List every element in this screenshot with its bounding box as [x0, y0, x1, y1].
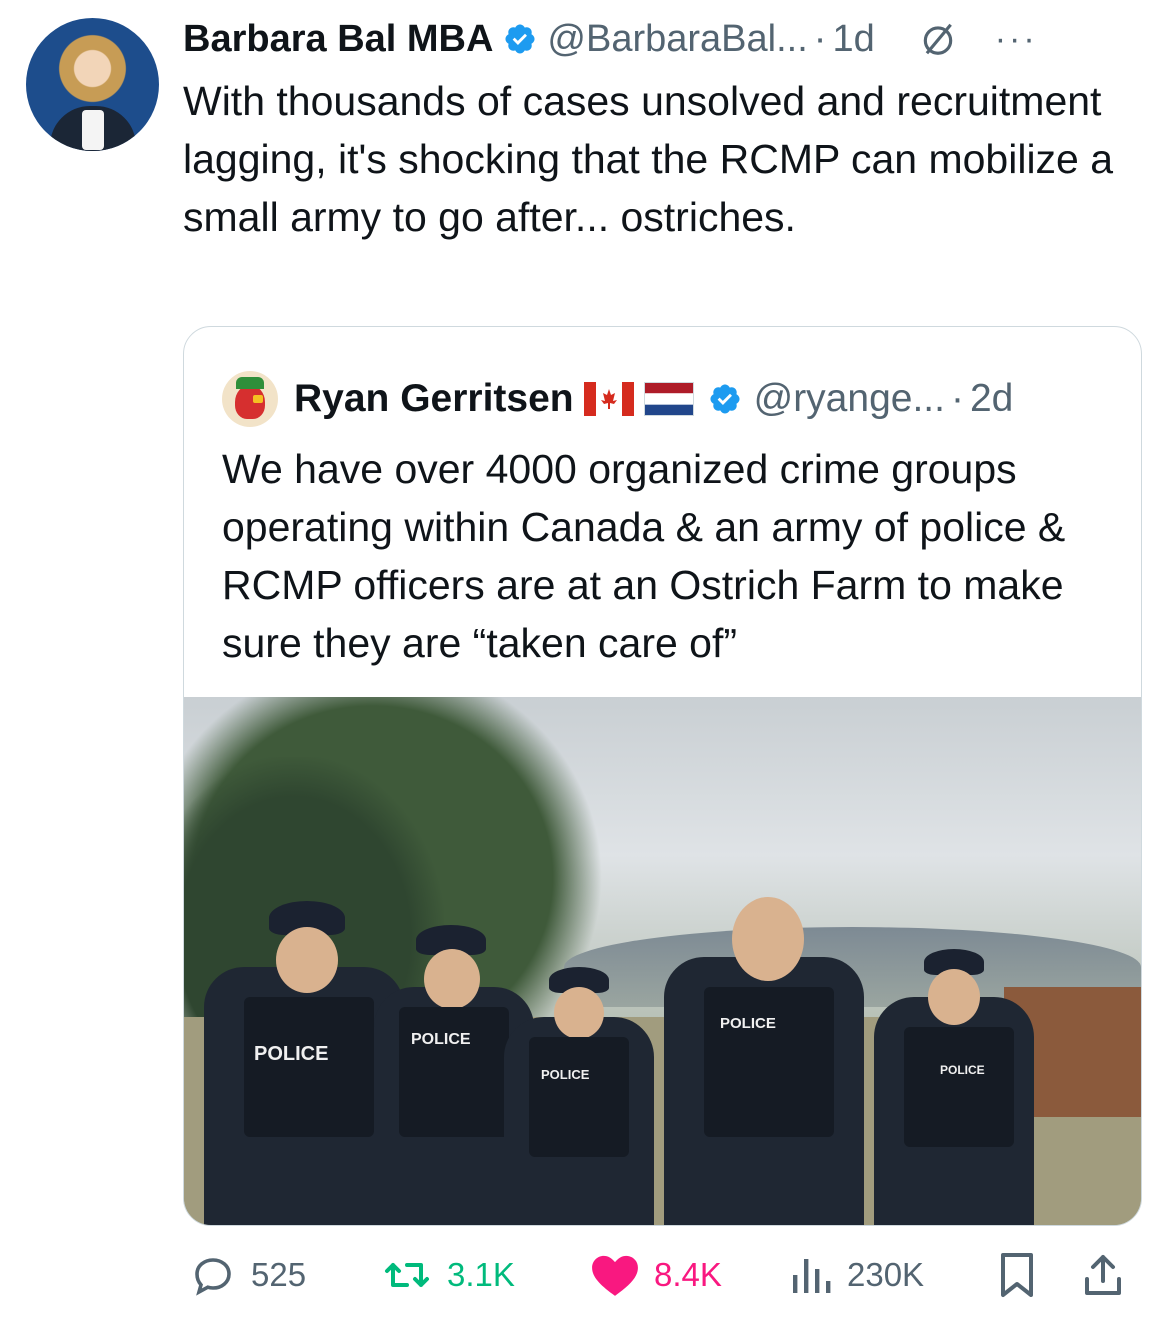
officer-vest: POLICE — [244, 997, 374, 1137]
quote-timestamp[interactable]: 2d — [970, 377, 1013, 421]
author-avatar[interactable] — [26, 18, 159, 151]
tweet-actions: 525 3.1K 8.4K 230K — [183, 1240, 1143, 1310]
quote-media-video[interactable]: POLICE POLICE POLICE POLICE POLICE — [184, 697, 1141, 1225]
reply-count: 525 — [251, 1256, 307, 1293]
tweet-header: Barbara Bal MBA @BarbaraBal... · 1d ··· — [183, 14, 1153, 64]
quote-author-handle[interactable]: @ryange... — [754, 377, 945, 421]
media-officer: POLICE — [504, 967, 654, 1225]
repost-button[interactable]: 3.1K — [381, 1240, 515, 1310]
tweet-text: With thousands of cases unsolved and rec… — [183, 78, 1114, 240]
repost-count: 3.1K — [447, 1256, 515, 1293]
bookmark-icon — [1001, 1253, 1033, 1297]
officer-face — [732, 897, 804, 981]
quote-text: We have over 4000 organized crime groups… — [222, 446, 1066, 666]
verified-badge-icon — [505, 24, 535, 54]
separator-dot: · — [813, 17, 827, 60]
quote-author-avatar[interactable] — [222, 371, 278, 427]
quote-header: Ryan Gerritsen @ryange... · 2d — [222, 369, 1013, 429]
bookmark-button[interactable] — [995, 1240, 1053, 1310]
more-options-icon[interactable]: ··· — [995, 22, 1038, 56]
officer-face — [276, 927, 338, 993]
officer-face — [554, 987, 604, 1039]
author-name[interactable]: Barbara Bal MBA — [183, 18, 493, 61]
like-button[interactable]: 8.4K — [590, 1240, 722, 1310]
officer-vest: POLICE — [529, 1037, 629, 1157]
repost-icon — [385, 1263, 429, 1287]
views-button[interactable]: 230K — [789, 1240, 924, 1310]
avatar-hat — [236, 377, 264, 389]
vest-patch-label: POLICE — [541, 1067, 590, 1082]
officer-face — [928, 969, 980, 1025]
vest-patch-label: POLICE — [411, 1031, 471, 1048]
officer-vest: POLICE — [904, 1027, 1014, 1147]
officer-vest: POLICE — [704, 987, 834, 1137]
officer-face — [424, 949, 480, 1009]
reply-button[interactable]: 525 — [189, 1240, 306, 1310]
quote-author-name[interactable]: Ryan Gerritsen — [294, 377, 574, 421]
quoted-tweet[interactable]: Ryan Gerritsen @ryange... · 2d We have o… — [183, 326, 1142, 1226]
share-icon — [1085, 1255, 1121, 1295]
media-officer: POLICE — [874, 949, 1034, 1225]
officer-vest: POLICE — [399, 1007, 509, 1137]
avatar-collar — [82, 110, 104, 150]
tweet-timestamp[interactable]: 1d — [832, 18, 874, 61]
author-handle[interactable]: @BarbaraBal... — [547, 18, 807, 61]
vest-patch-label: POLICE — [254, 1043, 329, 1065]
reply-icon — [195, 1258, 231, 1296]
netherlands-flag-icon — [643, 382, 694, 416]
quote-separator-dot: · — [950, 377, 964, 420]
grok-icon[interactable] — [919, 20, 957, 58]
share-button[interactable] — [1079, 1240, 1141, 1310]
vest-patch-label: POLICE — [940, 1063, 985, 1077]
heart-icon — [592, 1255, 638, 1296]
avatar-beak — [253, 395, 263, 403]
vest-patch-label: POLICE — [720, 1015, 776, 1032]
quote-verified-badge-icon — [710, 384, 740, 414]
views-count: 230K — [847, 1256, 925, 1293]
views-chart-icon — [793, 1259, 831, 1293]
media-officer: POLICE — [664, 897, 864, 1225]
canada-flag-icon — [583, 382, 634, 416]
like-count: 8.4K — [654, 1256, 722, 1293]
